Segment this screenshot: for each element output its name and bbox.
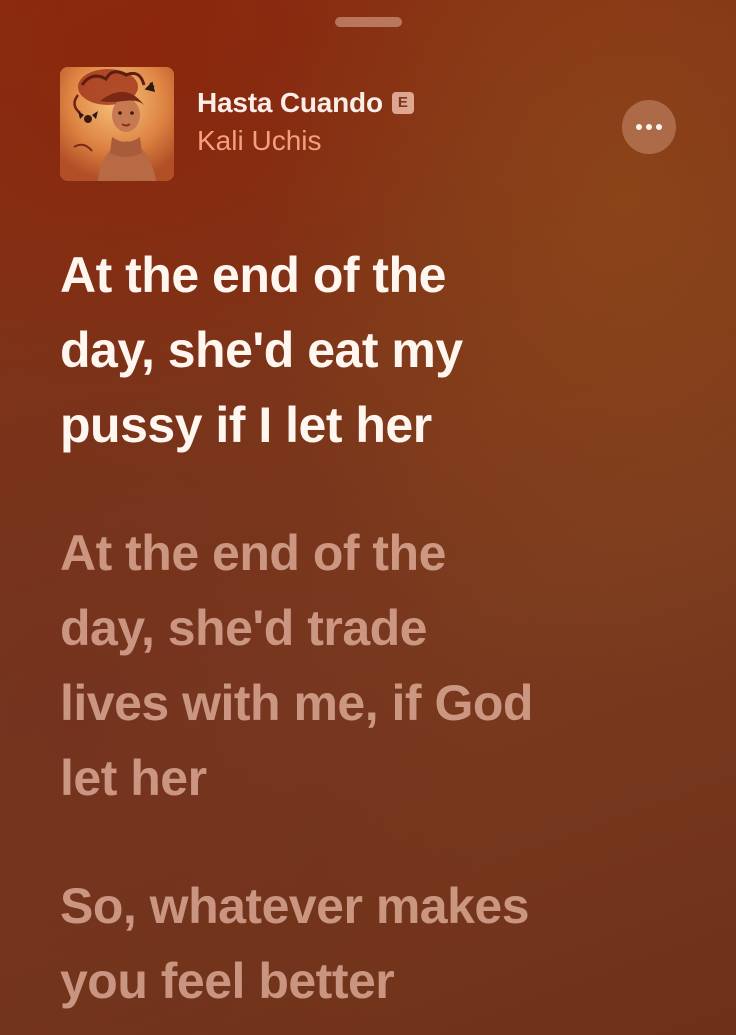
artist-name[interactable]: Kali Uchis xyxy=(197,125,321,157)
album-artwork-illustration xyxy=(60,67,174,181)
now-playing-header: Hasta Cuando E Kali Uchis xyxy=(60,67,676,181)
lyrics-view[interactable]: At the end of the day, she'd eat my puss… xyxy=(60,238,710,1019)
lyric-line-next[interactable]: At the end of the day, she'd trade lives… xyxy=(60,516,710,816)
track-title[interactable]: Hasta Cuando xyxy=(197,87,383,119)
track-title-row: Hasta Cuando E xyxy=(197,85,414,121)
lyric-line-upcoming[interactable]: So, whatever makes you feel better xyxy=(60,869,710,1019)
more-options-button[interactable] xyxy=(622,100,676,154)
explicit-badge-icon: E xyxy=(391,92,414,114)
album-artwork[interactable] xyxy=(60,67,174,181)
ellipsis-icon xyxy=(636,124,662,130)
lyric-line-current[interactable]: At the end of the day, she'd eat my puss… xyxy=(60,238,710,463)
sheet-grabber-handle[interactable] xyxy=(335,17,402,27)
